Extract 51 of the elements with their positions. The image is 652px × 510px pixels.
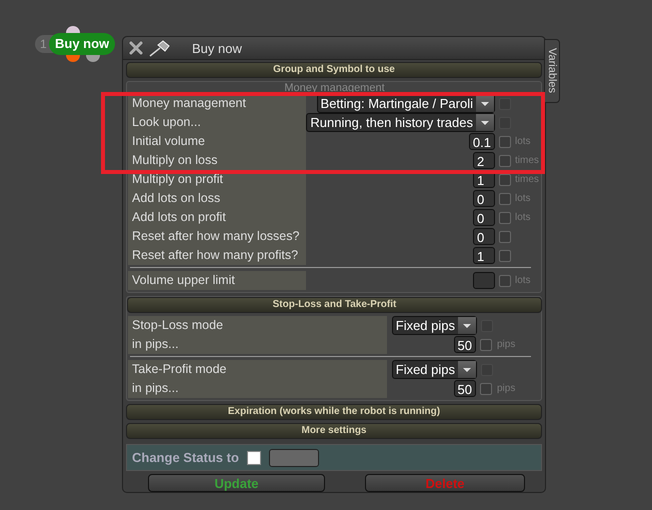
caret-icon	[463, 324, 471, 328]
checkbox[interactable]	[499, 274, 511, 286]
field-label: Initial volume	[128, 132, 306, 151]
number-field[interactable]: 0.1	[468, 133, 495, 150]
checkbox[interactable]	[499, 174, 511, 186]
number-field[interactable]	[473, 272, 495, 289]
caret-icon	[481, 120, 489, 124]
number-field[interactable]: 0	[473, 190, 495, 207]
number-field[interactable]: 2	[473, 152, 495, 169]
variables-tab[interactable]: Variables	[544, 39, 560, 103]
number-field[interactable]: 0	[473, 228, 495, 245]
checkbox[interactable]	[480, 338, 492, 350]
field-label: Look upon...	[128, 113, 306, 132]
status-field[interactable]	[268, 448, 319, 466]
field-label: Add lots on profit	[128, 208, 306, 227]
section-header[interactable]: Group and Symbol to use	[126, 62, 542, 78]
panel-title: Money management	[283, 82, 386, 94]
checkbox[interactable]	[480, 382, 492, 394]
close-icon[interactable]	[128, 40, 144, 56]
caret-icon	[481, 102, 489, 106]
status-label: Change Status to	[132, 450, 239, 465]
number-field[interactable]: 50	[454, 380, 476, 397]
checkbox[interactable]	[499, 230, 511, 242]
dropdown[interactable]: Fixed pips	[392, 360, 477, 379]
field-label: in pips...	[128, 379, 387, 398]
checkbox[interactable]	[499, 154, 511, 166]
checkbox[interactable]	[246, 450, 261, 464]
number-field[interactable]: 50	[454, 336, 476, 353]
dropdown[interactable]: Fixed pips	[392, 316, 477, 335]
checkbox[interactable]	[499, 212, 511, 224]
field-label: Volume upper limit	[128, 271, 306, 290]
section-header[interactable]: Stop-Loss and Take-Profit	[127, 297, 542, 313]
window-title: Buy now	[192, 40, 242, 56]
checkbox[interactable]	[499, 136, 511, 148]
field-label: Reset after how many losses?	[128, 227, 306, 246]
number-field[interactable]: 0	[473, 209, 495, 226]
field-label: Reset after how many profits?	[128, 246, 306, 265]
field-label: in pips...	[128, 335, 387, 354]
pin-icon[interactable]	[148, 39, 172, 57]
checkbox[interactable]	[499, 192, 511, 204]
field-label: Stop-Loss mode	[128, 316, 387, 335]
field-label: Add lots on loss	[128, 189, 306, 208]
section-header[interactable]: Expiration (works while the robot is running)	[126, 404, 542, 420]
field-label: Multiply on loss	[128, 151, 306, 170]
node-label[interactable]: Buy now	[49, 33, 116, 55]
field-label: Take-Profit mode	[128, 360, 387, 379]
checkbox[interactable]	[499, 250, 511, 262]
number-field[interactable]: 1	[473, 247, 495, 264]
dropdown[interactable]: Running, then history trades	[306, 113, 495, 132]
section-header[interactable]: More settings	[126, 423, 542, 439]
caret-icon	[463, 368, 471, 372]
